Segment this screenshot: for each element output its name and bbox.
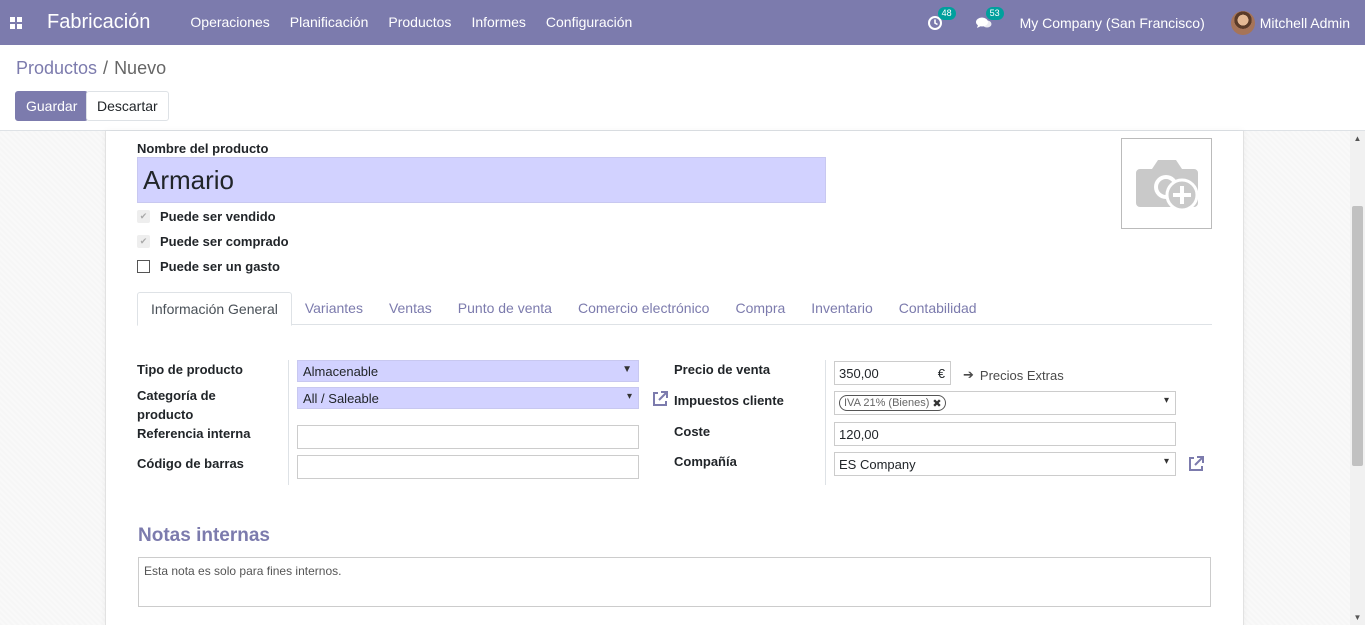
tab-compra[interactable]: Compra [722, 292, 798, 325]
user-name: Mitchell Admin [1259, 14, 1350, 31]
customer-taxes-label: Impuestos cliente [674, 393, 784, 408]
checkbox-empty-icon [137, 260, 150, 273]
tab-contabilidad[interactable]: Contabilidad [886, 292, 990, 325]
customer-taxes-field[interactable]: IVA 21% (Bienes) ✖ ▾ [834, 391, 1176, 415]
sale-price-label: Precio de venta [674, 362, 771, 377]
check-label: Puede ser vendido [160, 209, 276, 224]
category-label-line1: Categoría de [137, 388, 216, 403]
breadcrumb: Productos / Nuevo [16, 58, 166, 79]
product-type-label: Tipo de producto [137, 362, 243, 377]
scroll-up-arrow-icon[interactable]: ▲ [1350, 131, 1365, 146]
app-name[interactable]: Fabricación [47, 11, 150, 34]
extra-prices-button[interactable]: ➔ Precios Extras [963, 367, 1064, 383]
sale-price-value: 350,00 [839, 365, 879, 381]
menu-productos[interactable]: Productos [378, 0, 461, 45]
menu-planificacion[interactable]: Planificación [280, 0, 379, 45]
caret-down-icon: ▾ [1163, 456, 1169, 467]
company-switcher[interactable]: My Company (San Francisco) [1020, 15, 1205, 31]
company-label: Compañía [674, 454, 737, 469]
message-count-badge: 53 [985, 6, 1004, 20]
breadcrumb-current: Nuevo [114, 58, 167, 78]
save-button[interactable]: Guardar [15, 91, 89, 121]
main-menu: Operaciones Planificación Productos Info… [180, 0, 642, 45]
top-navbar: Fabricación Operaciones Planificación Pr… [0, 0, 1365, 45]
activity-button[interactable]: 48 [927, 6, 956, 30]
navbar-right: 48 53 My Company (San Francisco) Mitchel… [927, 0, 1365, 45]
company-select[interactable]: ES Company ▾ [834, 452, 1176, 476]
scroll-thumb[interactable] [1352, 206, 1363, 466]
menu-configuracion[interactable]: Configuración [536, 0, 642, 45]
menu-operaciones[interactable]: Operaciones [180, 0, 279, 45]
caret-down-icon: ▾ [1163, 395, 1169, 406]
extra-prices-label: Precios Extras [979, 367, 1064, 383]
activity-count-badge: 48 [937, 6, 956, 20]
camera-add-icon [1135, 159, 1198, 211]
avatar [1230, 10, 1255, 35]
menu-informes[interactable]: Informes [461, 0, 535, 45]
check-label: Puede ser comprado [160, 234, 289, 249]
tax-tag-label: IVA 21% (Bienes) [844, 397, 930, 409]
arrow-right-icon: ➔ [963, 367, 974, 382]
category-select[interactable]: All / Saleable ▾ [297, 387, 639, 409]
external-link-icon[interactable] [1187, 455, 1205, 473]
chevron-down-icon: ▼ [622, 364, 632, 375]
cost-label: Coste [674, 424, 711, 439]
external-link-icon[interactable] [651, 390, 669, 408]
field-separator [288, 360, 289, 485]
company-value: ES Company [839, 456, 916, 472]
discard-button[interactable]: Descartar [86, 91, 169, 121]
notebook-tabs: Información General Variantes Ventas Pun… [137, 292, 1212, 326]
product-name-input[interactable]: Armario [137, 157, 826, 203]
check-icon: ✔ [137, 235, 150, 248]
product-name-label: Nombre del producto [137, 141, 269, 156]
product-type-select[interactable]: Almacenable ▼ [297, 360, 639, 382]
check-label: Puede ser un gasto [160, 259, 280, 274]
checkbox-can-be-expensed[interactable]: Puede ser un gasto [137, 259, 280, 274]
category-label-line2: producto [137, 407, 194, 422]
form-view: Nombre del producto Armario ✔ Puede ser … [0, 131, 1350, 625]
tab-variantes[interactable]: Variantes [292, 292, 376, 325]
checkbox-sale-ok[interactable]: ✔ Puede ser vendido [137, 209, 276, 224]
barcode-input[interactable] [297, 455, 639, 479]
messages-button[interactable]: 53 [975, 6, 1004, 30]
internal-notes-title: Notas internas [138, 525, 270, 546]
tab-punto-de-venta[interactable]: Punto de venta [445, 292, 565, 325]
control-panel: Productos / Nuevo Guardar Descartar [0, 45, 1365, 131]
vertical-scrollbar[interactable]: ▲ ▼ [1350, 131, 1365, 625]
currency-symbol: € [937, 365, 945, 381]
barcode-label: Código de barras [137, 456, 244, 471]
tab-ventas[interactable]: Ventas [376, 292, 445, 325]
category-value: All / Saleable [303, 390, 379, 406]
product-image-upload[interactable] [1121, 138, 1212, 229]
cost-input[interactable]: 120,00 [834, 422, 1176, 446]
tax-tag[interactable]: IVA 21% (Bienes) ✖ [839, 395, 946, 411]
form-sheet: Nombre del producto Armario ✔ Puede ser … [105, 131, 1244, 625]
breadcrumb-productos[interactable]: Productos [16, 58, 97, 78]
sale-price-input[interactable]: 350,00 € [834, 361, 951, 385]
tab-inventario[interactable]: Inventario [798, 292, 885, 325]
internal-notes-textarea[interactable]: Esta nota es solo para fines internos. [138, 557, 1211, 607]
scroll-down-arrow-icon[interactable]: ▼ [1350, 610, 1365, 625]
internal-reference-input[interactable] [297, 425, 639, 449]
check-icon: ✔ [137, 210, 150, 223]
tab-comercio-electronico[interactable]: Comercio electrónico [565, 292, 723, 325]
checkbox-purchase-ok[interactable]: ✔ Puede ser comprado [137, 234, 289, 249]
product-type-value: Almacenable [303, 363, 379, 379]
user-menu[interactable]: Mitchell Admin [1230, 10, 1350, 35]
internal-reference-label: Referencia interna [137, 426, 251, 441]
breadcrumb-separator: / [103, 58, 109, 78]
caret-down-icon: ▾ [626, 391, 632, 402]
apps-menu-icon[interactable] [0, 0, 32, 45]
tab-informacion-general[interactable]: Información General [137, 292, 292, 326]
remove-tag-icon[interactable]: ✖ [932, 397, 941, 410]
field-separator [825, 360, 826, 485]
